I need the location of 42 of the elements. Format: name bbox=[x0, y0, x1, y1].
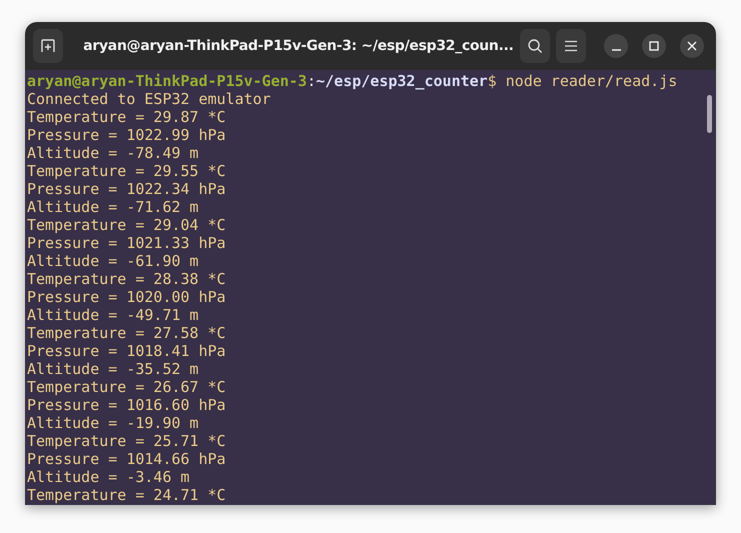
minimize-button[interactable] bbox=[604, 34, 628, 58]
output-line: Pressure = 1021.33 hPa bbox=[27, 234, 226, 252]
close-button[interactable] bbox=[680, 34, 704, 58]
output-line: Altitude = -71.62 m bbox=[27, 198, 199, 216]
output-line: Temperature = 29.55 *C bbox=[27, 162, 226, 180]
maximize-icon bbox=[649, 41, 659, 51]
menu-icon bbox=[564, 40, 578, 52]
prompt-path: ~/esp/esp32_counter bbox=[316, 72, 488, 90]
prompt-user-host: aryan@aryan-ThinkPad-P15v-Gen-3 bbox=[27, 72, 307, 90]
scrollbar-thumb[interactable] bbox=[707, 95, 712, 133]
output-line: Temperature = 24.71 *C bbox=[27, 486, 226, 504]
close-icon bbox=[687, 41, 697, 51]
new-tab-icon bbox=[40, 38, 56, 54]
search-icon bbox=[526, 38, 543, 54]
output-line: Temperature = 27.58 *C bbox=[27, 324, 226, 342]
output-line: Temperature = 25.71 *C bbox=[27, 432, 226, 450]
output-line: Temperature = 29.04 *C bbox=[27, 216, 226, 234]
output-line: Connected to ESP32 emulator bbox=[27, 90, 271, 108]
window-title: aryan@aryan-ThinkPad-P15v-Gen-3: ~/esp/esp32_coun... bbox=[82, 38, 514, 54]
maximize-button[interactable] bbox=[642, 34, 666, 58]
output-line: Pressure = 1016.60 hPa bbox=[27, 396, 226, 414]
minimize-icon bbox=[612, 48, 620, 50]
output-line: Pressure = 1022.34 hPa bbox=[27, 180, 226, 198]
prompt-separator: : bbox=[306, 72, 316, 90]
output-line: Pressure = 1018.41 hPa bbox=[27, 342, 226, 360]
output-line: Altitude = -49.71 m bbox=[27, 306, 199, 324]
menu-button[interactable] bbox=[556, 29, 586, 63]
output-line: Pressure = 1022.99 hPa bbox=[27, 126, 226, 144]
output-line: Altitude = -35.52 m bbox=[27, 360, 199, 378]
prompt-symbol: $ bbox=[488, 72, 497, 90]
output-line: Temperature = 29.87 *C bbox=[27, 108, 226, 126]
search-button[interactable] bbox=[520, 29, 550, 63]
output-line: Altitude = -3.46 m bbox=[27, 468, 190, 486]
output-line: Altitude = -19.90 m bbox=[27, 414, 199, 432]
output-line: Temperature = 26.67 *C bbox=[27, 378, 226, 396]
new-tab-button[interactable] bbox=[33, 29, 64, 63]
output-line: Altitude = -78.49 m bbox=[27, 144, 199, 162]
output-line: Temperature = 28.38 *C bbox=[27, 270, 226, 288]
output-line: Altitude = -61.90 m bbox=[27, 252, 199, 270]
output-line: Pressure = 1014.66 hPa bbox=[27, 450, 226, 468]
command-text: node reader/read.js bbox=[506, 72, 678, 90]
output-line: Pressure = 1020.00 hPa bbox=[27, 288, 226, 306]
